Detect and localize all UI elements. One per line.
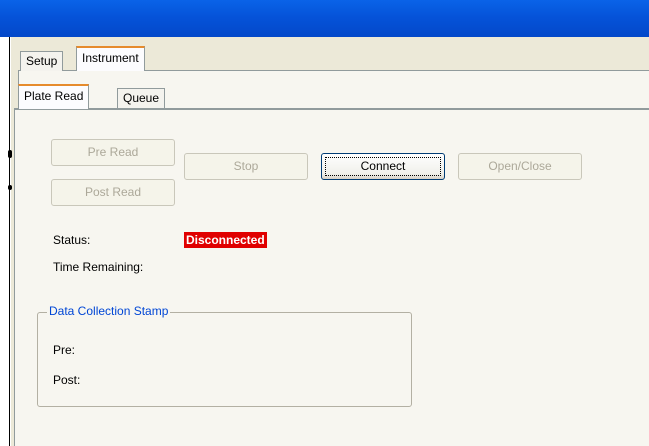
data-collection-stamp-title: Data Collection Stamp [47,304,171,319]
edge-line [9,37,10,446]
edge-marker [8,150,12,158]
window-titlebar [0,0,649,37]
edge-marker [8,185,12,190]
post-read-button[interactable]: Post Read [51,179,175,206]
pre-stamp-label: Pre: [53,343,76,357]
focus-rectangle [325,157,441,176]
data-collection-stamp-group [37,312,412,407]
tab-plate-read[interactable]: Plate Read [18,84,90,109]
post-stamp-label: Post: [53,373,81,387]
status-badge: Disconnected [184,232,267,248]
status-label: Status: [53,233,91,247]
pre-read-button[interactable]: Pre Read [51,139,175,166]
tab-queue[interactable]: Queue [117,88,166,108]
time-remaining-label: Time Remaining: [53,260,144,274]
open-close-button[interactable]: Open/Close [458,153,582,180]
tab-instrument[interactable]: Instrument [76,46,145,71]
left-window-edge [0,37,12,446]
stop-button[interactable]: Stop [184,153,308,180]
connect-button[interactable]: Connect [321,153,445,180]
tab-setup[interactable]: Setup [20,51,64,71]
